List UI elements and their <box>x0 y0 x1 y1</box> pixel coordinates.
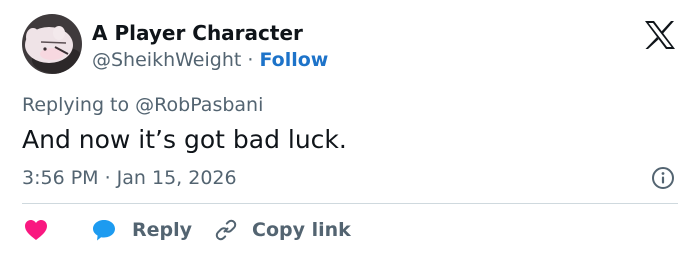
link-icon <box>215 219 237 241</box>
replying-prefix: Replying to <box>22 94 130 116</box>
tweet-text: And now it’s got bad luck. <box>22 125 347 154</box>
author-name[interactable]: A Player Character <box>92 20 303 46</box>
handle-line: @SheikhWeight · Follow <box>92 47 328 73</box>
heart-icon <box>25 220 47 240</box>
replying-to-line: Replying to @RobPasbani <box>22 92 263 118</box>
copy-link-label: Copy link <box>252 219 351 241</box>
info-icon[interactable] <box>651 166 675 190</box>
speech-bubble-icon <box>93 220 115 241</box>
avatar-image <box>22 14 82 74</box>
copy-link-button[interactable]: Copy link <box>214 216 351 244</box>
reply-button[interactable]: Reply <box>92 216 192 244</box>
author-handle[interactable]: @SheikhWeight <box>92 49 241 71</box>
replying-to-handle[interactable]: @RobPasbani <box>135 94 263 116</box>
divider <box>22 203 678 204</box>
like-button[interactable] <box>24 216 48 244</box>
x-logo-icon[interactable] <box>644 20 676 50</box>
timestamp[interactable]: 3:56 PM · Jan 15, 2026 <box>22 165 237 191</box>
reply-label: Reply <box>132 219 193 241</box>
avatar[interactable] <box>22 14 82 74</box>
tweet-card: A Player Character @SheikhWeight · Follo… <box>0 0 700 256</box>
separator-dot: · <box>247 49 254 71</box>
follow-button[interactable]: Follow <box>259 49 328 71</box>
